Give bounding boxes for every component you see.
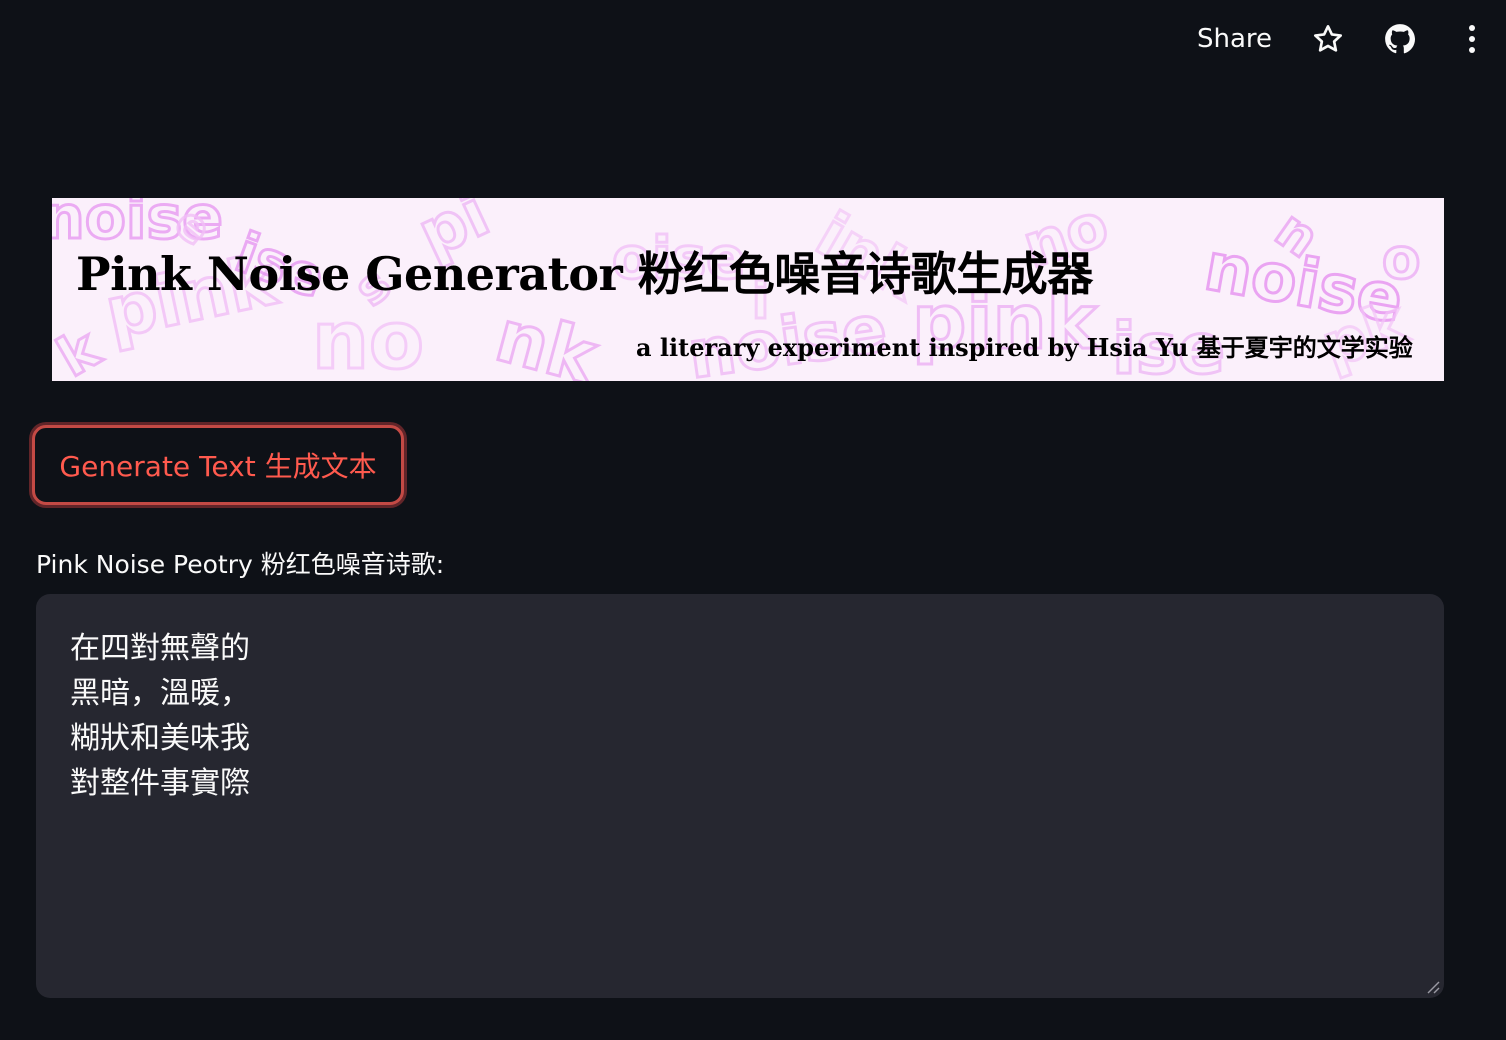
svg-text:o: o xyxy=(1382,227,1420,292)
header-banner-image: noise pink ise no pi nk oise noise ink p… xyxy=(52,198,1444,381)
star-icon[interactable] xyxy=(1310,21,1346,57)
output-label: Pink Noise Peotry 粉红色噪音诗歌: xyxy=(36,550,445,579)
top-toolbar: Share xyxy=(1197,0,1506,78)
github-icon[interactable] xyxy=(1382,21,1418,57)
svg-text:nk: nk xyxy=(488,293,608,381)
poetry-output-textarea[interactable]: 在四對無聲的 黑暗，溫暖， 糊狀和美味我 對整件事實際 xyxy=(36,594,1444,998)
resize-handle-icon[interactable] xyxy=(1426,980,1440,994)
poetry-output-text: 在四對無聲的 黑暗，溫暖， 糊狀和美味我 對整件事實際 xyxy=(70,631,250,801)
share-button[interactable]: Share xyxy=(1197,24,1272,54)
generate-text-button[interactable]: Generate Text 生成文本 xyxy=(32,425,404,505)
svg-text:no: no xyxy=(312,294,424,381)
svg-text:k: k xyxy=(52,316,111,381)
banner-title: Pink Noise Generator 粉红色噪音诗歌生成器 xyxy=(76,247,1093,301)
more-vertical-icon[interactable] xyxy=(1454,21,1490,57)
banner-subtitle: a literary experiment inspired by Hsia Y… xyxy=(636,333,1413,362)
